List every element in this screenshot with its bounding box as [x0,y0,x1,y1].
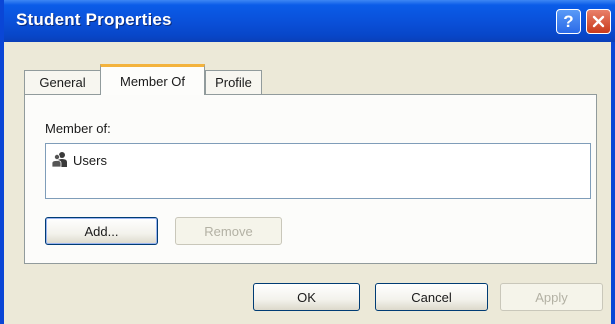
close-icon [592,15,605,28]
close-button[interactable] [586,9,611,34]
title-bar[interactable]: Student Properties ? [4,0,615,42]
cancel-button[interactable]: Cancel [375,283,488,311]
member-of-label: Member of: [45,121,111,136]
dialog-title: Student Properties [16,10,172,29]
ok-button[interactable]: OK [253,283,360,311]
remove-button[interactable]: Remove [175,217,282,245]
help-icon: ? [563,11,574,31]
member-of-list[interactable]: Users [45,143,591,199]
tab-general[interactable]: General [24,70,101,94]
list-item[interactable]: Users [51,150,107,170]
apply-button[interactable]: Apply [500,283,603,311]
user-group-icon [51,150,69,171]
tab-profile[interactable]: Profile [205,70,262,94]
list-item-label: Users [73,152,107,168]
add-button[interactable]: Add... [45,217,158,245]
properties-dialog: Student Properties ? General Member Of P… [0,0,615,324]
help-button[interactable]: ? [556,9,581,34]
tab-member-of[interactable]: Member Of [100,64,205,95]
tab-panel-member-of: Member of: Users Add... Remove [24,94,597,264]
